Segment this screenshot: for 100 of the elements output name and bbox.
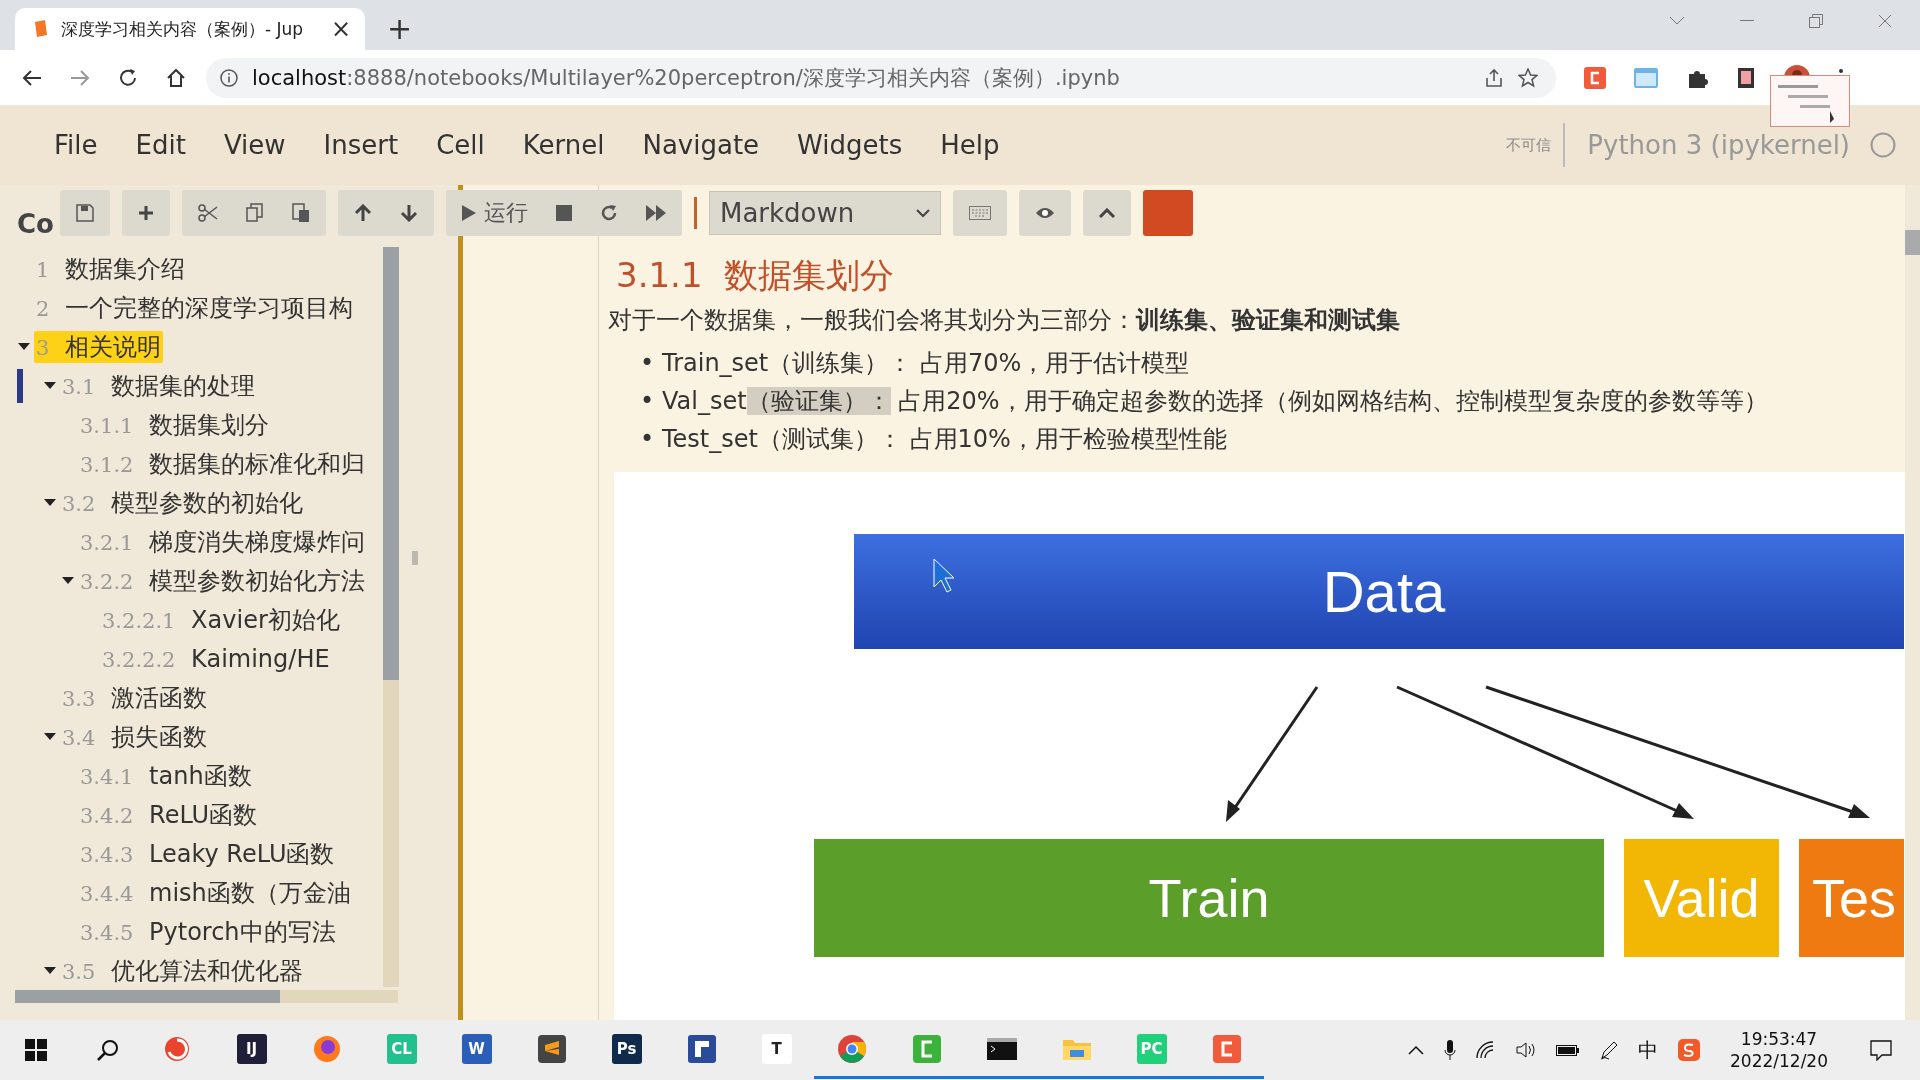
chevron-down-icon — [916, 208, 930, 218]
wifi-icon[interactable] — [1476, 1041, 1496, 1059]
address-field[interactable]: localhost:8888/notebooks/Multilayer%20perceptron/深度学习相关内容（案例）.ipynb — [206, 57, 1556, 98]
book-icon — [33, 20, 49, 38]
collapse-arrow-icon[interactable] — [42, 966, 58, 975]
keyboard-icon[interactable] — [969, 206, 991, 220]
menu-item[interactable]: Help — [926, 124, 1014, 166]
split-block: Valid — [1624, 839, 1779, 957]
menu-item[interactable]: Widgets — [783, 124, 917, 166]
clock-time[interactable]: 19:53:47 — [1740, 1028, 1818, 1050]
play-icon — [462, 205, 476, 221]
collapse-arrow-icon[interactable] — [16, 342, 32, 351]
menu-item[interactable]: Navigate — [628, 124, 774, 166]
reload-icon[interactable] — [118, 67, 138, 88]
chevron-down-icon[interactable] — [1669, 16, 1685, 26]
close-icon[interactable] — [1878, 14, 1892, 28]
split-block: Tes — [1799, 839, 1904, 957]
bullet-marker: • — [640, 424, 656, 455]
eye-icon[interactable] — [1035, 206, 1055, 220]
close-tab-button[interactable]: × — [330, 17, 351, 41]
toc-item[interactable]: 3.4.2 ReLU函数 — [78, 798, 260, 831]
menu-item[interactable]: Cell — [422, 124, 499, 166]
toc-title: Co — [17, 209, 54, 241]
toc-item[interactable]: 3.4.5 Pytorch中的写法 — [78, 915, 338, 948]
toc-item[interactable]: 3.4 损失函数 — [60, 720, 210, 753]
back-arrow-icon[interactable] — [22, 68, 42, 87]
search-icon[interactable] — [97, 1039, 119, 1061]
cut-icon[interactable] — [198, 204, 218, 222]
menu-item[interactable]: Edit — [121, 124, 200, 166]
notification-icon[interactable] — [1870, 1039, 1892, 1061]
toc-item[interactable]: 3.2.2.2 Kaiming/HE — [100, 644, 332, 673]
extension-icon[interactable] — [1736, 66, 1756, 89]
pen-icon[interactable] — [1600, 1040, 1618, 1060]
clock-date[interactable]: 2022/12/20 — [1730, 1050, 1828, 1072]
toc-item[interactable]: 3.2.2.1 Xavier初始化 — [100, 603, 342, 636]
menu-item[interactable]: Kernel — [508, 124, 619, 166]
plus-icon[interactable] — [138, 205, 154, 221]
cursor-icon — [933, 558, 955, 593]
forward-arrow-icon[interactable] — [70, 68, 90, 87]
chevron-up-icon[interactable] — [1408, 1045, 1424, 1055]
toc-item[interactable]: 3.1.2 数据集的标准化和归 — [78, 447, 368, 480]
arrow-up-icon[interactable] — [354, 204, 372, 222]
collapse-arrow-icon[interactable] — [60, 576, 76, 585]
star-icon[interactable] — [1518, 67, 1538, 88]
tab-title: 深度学习相关内容（案例）- Jup — [61, 17, 305, 41]
collapse-arrow-icon[interactable] — [42, 732, 58, 741]
arrow-down-icon[interactable] — [400, 204, 418, 222]
microphone-icon[interactable] — [1444, 1040, 1456, 1060]
restart-icon[interactable] — [600, 204, 618, 222]
copy-icon[interactable] — [246, 203, 264, 223]
toc-item[interactable]: 3.2.2 模型参数初始化方法 — [78, 564, 368, 597]
menu-item[interactable]: File — [40, 124, 112, 166]
toc-item[interactable]: 3.4.4 mish函数（万金油 — [78, 876, 353, 909]
chevron-up-icon[interactable] — [1099, 208, 1115, 218]
kernel-status-icon — [1870, 132, 1896, 158]
share-icon[interactable] — [1484, 67, 1504, 88]
input-method-indicator[interactable]: 中 — [1638, 1036, 1658, 1064]
cell-type-dropdown[interactable]: Markdown — [709, 191, 941, 235]
drag-handle-icon[interactable] — [412, 550, 418, 565]
bullet-item: Train_set（训练集）： 占用70%，用于估计模型 — [662, 348, 1190, 379]
collapse-arrow-icon[interactable] — [42, 498, 58, 507]
url-text: localhost:8888/notebooks/Multilayer%20perceptron/深度学习相关内容（案例）.ipynb — [252, 64, 1120, 92]
paste-icon[interactable] — [292, 203, 310, 223]
input-method-icon[interactable] — [1678, 1039, 1700, 1061]
menu-item[interactable]: Insert — [309, 124, 413, 166]
battery-icon[interactable] — [1556, 1043, 1580, 1057]
toc-item[interactable]: 3.2 模型参数的初始化 — [60, 486, 306, 519]
toc-item[interactable]: 3 相关说明 — [34, 330, 163, 363]
restore-icon[interactable] — [1809, 14, 1823, 28]
toc-item[interactable]: 2 一个完整的深度学习项目构 — [34, 291, 355, 324]
browser-tab[interactable]: 深度学习相关内容（案例）- Jup × — [15, 8, 365, 50]
bullet-marker: • — [640, 386, 656, 417]
bullet-marker: • — [640, 348, 656, 379]
toc-item[interactable]: 3.1.1 数据集划分 — [78, 408, 272, 441]
data-block: Data — [854, 534, 1904, 649]
toc-item[interactable]: 3.1 数据集的处理 — [60, 369, 258, 402]
split-block: Train — [814, 839, 1604, 957]
toc-item[interactable]: 3.3 激活函数 — [60, 681, 210, 714]
save-icon[interactable] — [76, 204, 94, 222]
start-icon[interactable] — [25, 1039, 47, 1061]
collapse-arrow-icon[interactable] — [42, 381, 58, 390]
scrollbar[interactable] — [15, 990, 398, 1003]
info-icon — [220, 68, 238, 87]
toc-item[interactable]: 3.4.3 Leaky ReLU函数 — [78, 837, 337, 870]
toc-item[interactable]: 3.5 优化算法和优化器 — [60, 954, 306, 987]
menu-item[interactable]: View — [209, 124, 300, 166]
toc-item[interactable]: 3.4.1 tanh函数 — [78, 759, 254, 792]
section-heading: 3.1.1 数据集划分 — [616, 254, 895, 297]
fast-forward-icon[interactable] — [646, 205, 666, 221]
bullet-item: Test_set（测试集）： 占用10%，用于检验模型性能 — [662, 424, 1227, 455]
home-icon[interactable] — [166, 67, 186, 88]
toc-item[interactable]: 3.2.1 梯度消失梯度爆炸问 — [78, 525, 368, 558]
volume-icon[interactable] — [1516, 1041, 1536, 1059]
scrollbar[interactable] — [383, 247, 399, 987]
run-button[interactable]: 运行 — [462, 198, 528, 228]
paragraph: 对于一个数据集，一般我们会将其划分为三部分：训练集、验证集和测试集 — [608, 305, 1401, 336]
minimize-icon[interactable] — [1740, 20, 1754, 22]
new-tab-button[interactable]: + — [387, 14, 413, 44]
bullet-item: Val_set（验证集）： 占用20%，用于确定超参数的选择（例如网格结构、控制模型复杂度的参数等等） — [662, 386, 1768, 417]
toc-item[interactable]: 1 数据集介绍 — [34, 252, 187, 285]
